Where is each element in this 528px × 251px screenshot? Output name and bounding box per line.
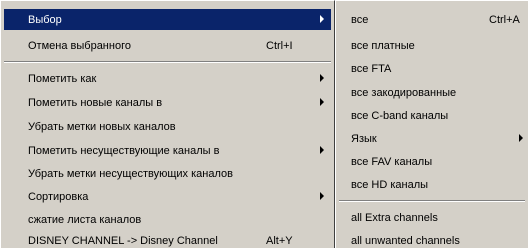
menu-item-mark-as[interactable]: Пометить как [4, 68, 331, 89]
menu-item-label: все FAV каналы [351, 155, 433, 168]
menu-item-label: все FTA [351, 62, 392, 75]
menu-item-shortcut: Ctrl+A [489, 13, 520, 26]
submenu-item-all-c-band[interactable]: все C-band каналы [339, 105, 525, 126]
chevron-right-icon [320, 15, 324, 23]
menu-item-sort[interactable]: Сортировка [4, 186, 331, 207]
chevron-right-icon [320, 192, 324, 200]
submenu-item-all[interactable]: все Ctrl+A [339, 9, 525, 30]
menu-item-mark-new-channels[interactable]: Пометить новые каналы в [4, 92, 331, 113]
submenu-item-all-hd[interactable]: все HD каналы [339, 174, 525, 195]
menu-item-select[interactable]: Выбор [4, 9, 331, 30]
menu-item-label: Сортировка [28, 190, 89, 203]
menu-item-label: все [351, 13, 369, 26]
menu-separator [4, 61, 331, 63]
menu-separator [339, 200, 525, 202]
menu-item-shortcut: Alt+Y [266, 234, 293, 247]
menu-item-label: all unwanted channels [351, 234, 460, 247]
menu-item-label: Выбор [28, 13, 62, 26]
menu-item-compress-channel-list[interactable]: сжатие листа каналов [4, 209, 331, 230]
menu-item-label: Пометить несуществующие каналы в [28, 144, 220, 157]
submenu-item-all-paid[interactable]: все платные [339, 35, 525, 56]
menu-item-label: все C-band каналы [351, 109, 449, 122]
submenu-item-all-fav[interactable]: все FAV каналы [339, 151, 525, 172]
menu-item-label: Пометить как [28, 72, 97, 85]
chevron-right-icon [320, 98, 324, 106]
menu-item-unmark-nonexistent-channels[interactable]: Убрать метки несуществующих каналов [4, 163, 331, 184]
submenu-item-all-fta[interactable]: все FTA [339, 58, 525, 79]
menu-item-label: все HD каналы [351, 178, 429, 191]
context-menu: Выбор Отмена выбранного Ctrl+I Пометить … [0, 0, 335, 248]
menu-item-label: all Extra channels [351, 211, 438, 224]
menu-item-label: Отмена выбранного [28, 39, 131, 52]
submenu-item-all-extra[interactable]: all Extra channels [339, 207, 525, 228]
menu-item-unmark-new-channels[interactable]: Убрать метки новых каналов [4, 116, 331, 137]
menu-item-label: сжатие листа каналов [28, 213, 142, 226]
chevron-right-icon [519, 134, 523, 142]
select-submenu: все Ctrl+A все платные все FTA все закод… [335, 0, 528, 248]
submenu-item-language[interactable]: Язык [339, 128, 525, 149]
menu-item-label: Пометить новые каналы в [28, 96, 163, 109]
submenu-item-all-encrypted[interactable]: все закодированные [339, 82, 525, 103]
menu-item-label: все платные [351, 39, 415, 52]
menu-item-deselect[interactable]: Отмена выбранного Ctrl+I [4, 35, 331, 56]
menu-item-label: DISNEY CHANNEL -> Disney Channel [28, 234, 218, 247]
menu-item-label: Убрать метки новых каналов [28, 120, 176, 133]
menu-item-label: все закодированные [351, 86, 457, 99]
chevron-right-icon [320, 146, 324, 154]
menu-item-shortcut: Ctrl+I [266, 39, 293, 52]
menu-item-mark-nonexistent-channels[interactable]: Пометить несуществующие каналы в [4, 140, 331, 161]
menu-item-label: Убрать метки несуществующих каналов [28, 167, 233, 180]
menu-item-label: Язык [351, 132, 377, 145]
chevron-right-icon [320, 74, 324, 82]
